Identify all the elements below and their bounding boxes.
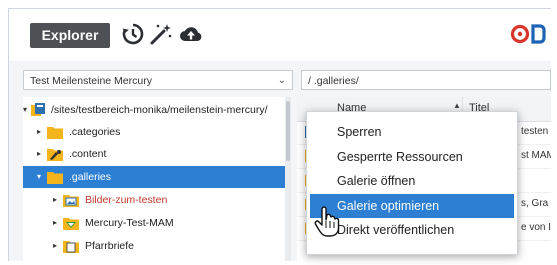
menu-item-galerie-optimieren[interactable]: Galerie optimieren — [310, 194, 514, 218]
caret-down-icon[interactable]: ▾ — [23, 99, 27, 121]
site-root-icon — [31, 103, 45, 116]
site-select[interactable]: Test Meilensteine Mercury ⌄ — [23, 70, 293, 90]
path-value: / .galleries/ — [308, 75, 359, 87]
explorer-button[interactable]: Explorer — [30, 23, 110, 48]
opencms-logo — [510, 24, 546, 44]
path-input[interactable]: / .galleries/ — [301, 70, 551, 90]
folder-tree: ▾ /sites/testbereich-monika/meilenstein-… — [23, 97, 291, 261]
tree-item-root[interactable]: ▾ /sites/testbereich-monika/meilenstein-… — [23, 99, 291, 121]
tree-item-label: Bilder-zum-testen — [85, 194, 168, 206]
image-gallery-icon — [63, 195, 79, 207]
history-icon[interactable] — [121, 22, 145, 46]
site-select-value: Test Meilensteine Mercury — [30, 75, 152, 87]
list-cell-title: st MAM — [521, 150, 551, 161]
tree-item-bilder-zum-testen[interactable]: ▸ Bilder-zum-testen — [23, 189, 291, 211]
list-cell-title: testen — [521, 126, 549, 137]
caret-right-icon[interactable]: ▸ — [37, 121, 41, 143]
caret-down-icon[interactable]: ▾ — [37, 166, 41, 188]
caret-right-icon[interactable]: ▸ — [53, 189, 57, 211]
chevron-down-icon: ⌄ — [277, 75, 286, 86]
hand-pointer-cursor-icon — [314, 206, 340, 237]
tree-item-mercury-test-mam[interactable]: ▸ Mercury-Test-MAM — [23, 212, 291, 234]
list-cell-title: s, Gra — [521, 198, 549, 209]
tree-root-label: /sites/testbereich-monika/meilenstein-me… — [51, 104, 268, 116]
tree-scrollbar[interactable] — [285, 97, 291, 261]
menu-item-label: Sperren — [337, 125, 382, 139]
magic-wand-icon[interactable] — [149, 22, 173, 46]
caret-right-icon[interactable]: ▸ — [53, 235, 57, 257]
toolbar: Explorer — [9, 9, 551, 61]
content-folder-icon — [47, 149, 63, 161]
tree-item-label: Mercury-Test-MAM — [85, 217, 174, 229]
menu-item-gesperrte-ressourcen[interactable]: Gesperrte Ressourcen — [307, 145, 517, 169]
tree-item-content[interactable]: ▸ .content — [23, 143, 291, 165]
sort-ascending-icon[interactable]: ▲ — [453, 101, 461, 110]
menu-item-label: Gesperrte Ressourcen — [337, 150, 463, 164]
menu-item-label: Direkt veröffentlichen — [337, 223, 455, 237]
menu-item-label: Galerie öffnen — [337, 174, 416, 188]
tree-item-pfarrbriefe[interactable]: ▸ Pfarrbriefe — [23, 235, 291, 257]
tree-item-categories[interactable]: ▸ .categories — [23, 121, 291, 143]
list-cell-title: e von I — [521, 222, 551, 233]
tree-item-label: .galleries — [69, 171, 112, 183]
menu-item-galerie-oeffnen[interactable]: Galerie öffnen — [307, 169, 517, 193]
folder-icon — [47, 127, 63, 139]
caret-right-icon[interactable]: ▸ — [37, 143, 41, 165]
tree-item-label: .categories — [69, 126, 121, 138]
tree-item-galleries[interactable]: ▾ .galleries — [23, 166, 291, 188]
download-gallery-icon — [63, 241, 79, 253]
folder-icon — [47, 172, 63, 184]
menu-item-sperren[interactable]: Sperren — [307, 120, 517, 144]
scrollbar-thumb[interactable] — [286, 101, 290, 161]
menu-item-label: Galerie optimieren — [337, 199, 440, 213]
tree-item-label: .content — [69, 148, 107, 160]
caret-right-icon[interactable]: ▸ — [53, 212, 57, 234]
download-gallery-icon — [63, 218, 79, 230]
upload-cloud-icon[interactable] — [179, 22, 203, 46]
tree-item-label: Pfarrbriefe — [85, 240, 135, 252]
